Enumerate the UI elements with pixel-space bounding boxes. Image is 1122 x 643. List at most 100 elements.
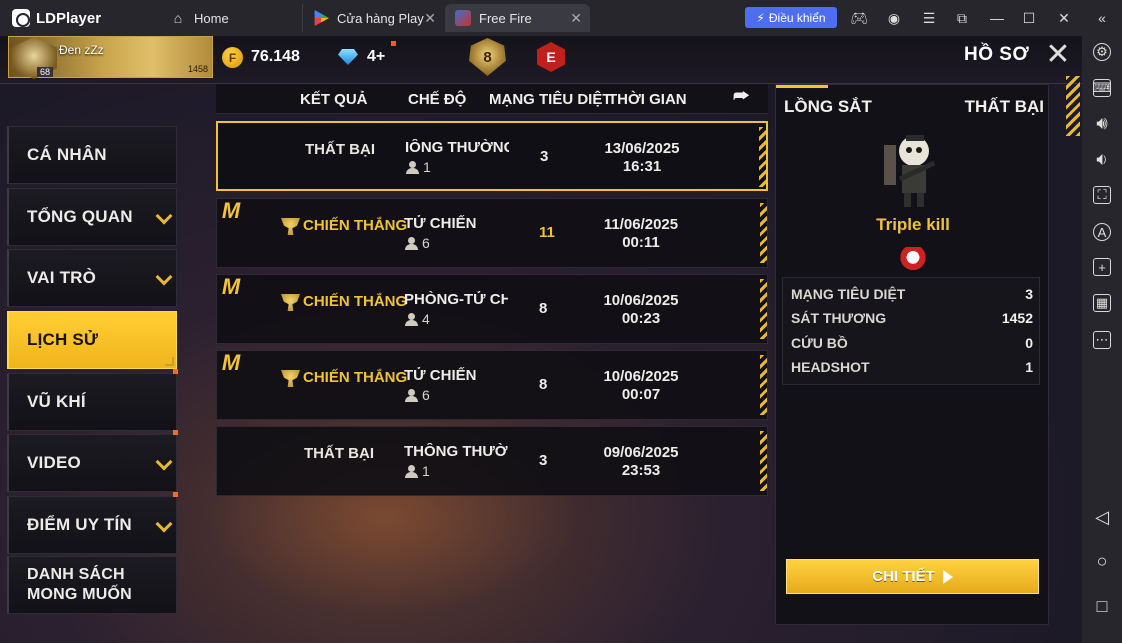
match-players: 1: [406, 159, 431, 175]
gamepad-icon[interactable]: 🎮︎: [850, 9, 868, 27]
detail-result: THẤT BẠI: [964, 97, 1044, 116]
stat-row: HEADSHOT 1: [791, 359, 1033, 375]
match-kills: 3: [540, 148, 549, 165]
share-icon[interactable]: ⮫: [733, 86, 759, 108]
nav-label: CÁ NHÂN: [27, 145, 107, 164]
match-result: THẤT BẠI: [305, 141, 375, 158]
win-mark-icon: M: [221, 350, 241, 375]
kill-skull-icon: [899, 247, 927, 273]
more-icon[interactable]: ⋯: [1093, 331, 1111, 349]
player-level: 68: [37, 67, 54, 77]
volume-down-icon[interactable]: 🔉︎: [1093, 149, 1111, 169]
add-instance-icon[interactable]: +: [1093, 258, 1111, 276]
col-result: KẾT QUẢ: [300, 91, 368, 108]
close-window-icon[interactable]: ✕: [1055, 9, 1073, 27]
player-card[interactable]: Đen zZz 68 1458: [8, 36, 213, 79]
screenshot-icon[interactable]: ⛶: [1093, 186, 1111, 204]
nav-label: ĐIỂM UY TÍN: [27, 515, 132, 534]
match-datetime: 09/06/2025 23:53: [601, 444, 681, 480]
notification-dot: [173, 492, 178, 497]
gold-coin-icon: F: [222, 47, 243, 68]
tab-free-fire[interactable]: Free Fire ✕: [445, 4, 590, 32]
home-circle-icon[interactable]: ○: [1093, 551, 1111, 571]
players-count: 1: [422, 463, 430, 479]
maximize-icon[interactable]: ☐: [1020, 9, 1038, 27]
row-stripe: [760, 355, 767, 415]
diamond-balance[interactable]: 4+: [367, 48, 385, 66]
ldplayer-brand: LDPlayer: [0, 9, 152, 27]
match-kills: 3: [539, 452, 548, 469]
control-button[interactable]: ⚡ Điều khiển: [745, 7, 837, 28]
tab-play-store[interactable]: Cửa hàng Play ✕: [302, 4, 444, 32]
match-time: 23:53: [621, 462, 661, 479]
stat-value: 1452: [1001, 310, 1033, 326]
free-fire-icon: [455, 10, 471, 26]
match-result: CHIẾN THẮNG: [303, 293, 408, 310]
trophy-icon: [281, 370, 300, 387]
rank-badge-icon[interactable]: 8: [469, 38, 506, 76]
match-row[interactable]: M CHIẾN THẮNG TỬ CHIẾN 6 8 10/06/2025 00…: [216, 350, 768, 420]
notification-dot: [173, 430, 178, 435]
stat-value: 3: [1025, 286, 1033, 302]
settings-icon[interactable]: ⚙: [1093, 43, 1111, 61]
col-kills: MẠNG TIÊU DIỆT: [489, 91, 612, 108]
rank-letter-icon[interactable]: E: [537, 42, 565, 72]
play-store-icon: [314, 10, 329, 26]
account-icon[interactable]: ◉: [885, 9, 903, 27]
match-date: 10/06/2025: [603, 292, 679, 309]
ldplayer-logo-icon: [12, 9, 30, 27]
nav-vu-khi[interactable]: VŨ KHÍ: [7, 369, 178, 431]
game-topbar: Đen zZz 68 1458 F 76.148 4+ 8 E HỒ SƠ ✕: [0, 36, 1082, 84]
col-time: THỜI GIAN: [608, 91, 687, 108]
menu-icon[interactable]: ☰: [920, 9, 938, 27]
match-players: 4: [405, 311, 430, 327]
trophy-icon: [281, 294, 300, 311]
chevron-down-icon: [155, 453, 173, 471]
nav-danh-sach-mong-muon[interactable]: DANH SÁCH MONG MUỐN: [7, 556, 177, 614]
back-icon[interactable]: ◁: [1093, 507, 1111, 527]
person-icon: [405, 388, 418, 402]
match-row[interactable]: M CHIẾN THẮNG PHÒNG-TỬ CHIẾN 4 8 10/06/2…: [216, 274, 768, 344]
match-result: CHIẾN THẮNG: [303, 217, 408, 234]
match-result: THẤT BẠI: [304, 445, 374, 462]
win-mark-icon: M: [221, 198, 241, 223]
minimize-icon[interactable]: —: [988, 9, 1006, 27]
row-stripe: [760, 279, 767, 339]
row-stripe: [759, 127, 766, 187]
match-kills: 8: [539, 300, 548, 317]
character-avatar-icon: [884, 135, 936, 207]
popout-icon[interactable]: ⧉: [953, 9, 971, 27]
collapse-sidebar-icon[interactable]: «: [1093, 9, 1111, 27]
players-count: 6: [422, 235, 430, 251]
match-row[interactable]: M CHIẾN THẮNG TỬ CHIẾN 6 11 11/06/2025 0…: [216, 198, 768, 268]
match-datetime: 11/06/2025 00:11: [601, 216, 681, 252]
nav-video[interactable]: VIDEO: [7, 430, 178, 492]
panel-accent: [776, 85, 828, 88]
apk-icon[interactable]: ▦: [1093, 294, 1111, 312]
close-tab-icon[interactable]: ✕: [570, 10, 582, 27]
match-date: 09/06/2025: [603, 444, 679, 461]
nav-lich-su[interactable]: LỊCH SỬ: [7, 311, 177, 369]
nav-vai-tro[interactable]: VAI TRÒ: [7, 249, 177, 307]
nav-label: VIDEO: [27, 453, 81, 472]
auto-icon[interactable]: A: [1093, 223, 1111, 241]
match-row[interactable]: THẤT BẠI THÔNG THƯỜNG-Đ 1 3 09/06/2025 2…: [216, 426, 768, 496]
nav-diem-uy-tin[interactable]: ĐIỂM UY TÍN: [7, 492, 178, 554]
close-tab-icon[interactable]: ✕: [424, 10, 436, 27]
match-time: 00:11: [622, 234, 660, 251]
person-icon: [405, 236, 418, 250]
detail-button[interactable]: CHI TIẾT: [786, 559, 1039, 594]
volume-up-icon[interactable]: 🔊︎: [1093, 113, 1111, 133]
achievement-label: Triple kill: [876, 215, 950, 234]
match-time: 00:23: [621, 310, 661, 327]
recents-icon[interactable]: □: [1093, 596, 1111, 616]
close-profile-icon[interactable]: ✕: [1044, 40, 1072, 70]
match-row[interactable]: THẤT BẠI IÔNG THƯỜNG-ĐỘ 1 3 13/06/2025 1…: [216, 121, 768, 191]
nav-ca-nhan[interactable]: CÁ NHÂN: [7, 126, 177, 184]
tab-home[interactable]: ⌂ Home: [160, 4, 300, 32]
nav-tong-quan[interactable]: TỔNG QUAN: [7, 188, 177, 246]
stat-row: MẠNG TIÊU DIỆT 3: [791, 286, 1033, 302]
match-mode: THÔNG THƯỜNG-Đ: [404, 443, 508, 460]
keyboard-icon[interactable]: ⌨: [1093, 79, 1111, 97]
match-time: 00:07: [621, 386, 661, 403]
